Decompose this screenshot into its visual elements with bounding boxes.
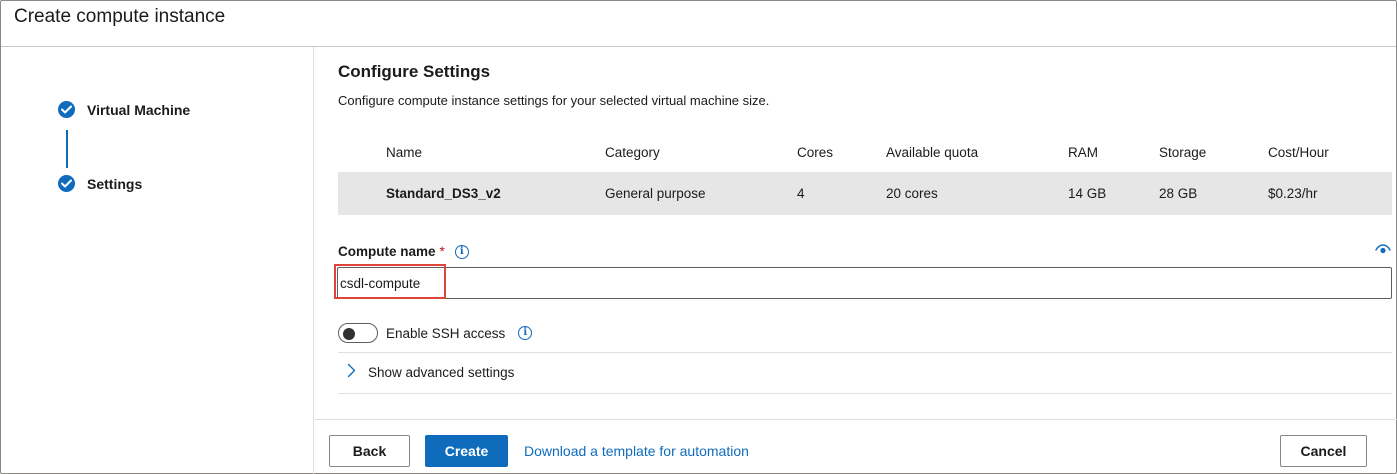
column-header-storage: Storage [1159,144,1207,160]
cell-cost: $0.23/hr [1268,186,1318,201]
step-connector [66,130,68,168]
chevron-right-icon [347,363,356,381]
section-title: Configure Settings [338,62,491,81]
required-marker: * [439,244,445,259]
checkmark-icon [58,175,75,192]
section-description: Configure compute instance settings for … [338,93,770,108]
vm-size-table: Name Category Cores Available quota RAM … [338,132,1392,215]
cell-ram: 14 GB [1068,186,1107,201]
info-icon[interactable]: i [518,326,533,340]
advanced-settings-label: Show advanced settings [368,364,515,380]
divider [338,393,1392,394]
ssh-toggle-row: Enable SSH access i [338,323,533,343]
column-header-cores: Cores [797,144,834,160]
table-header-row: Name Category Cores Available quota RAM … [338,132,1392,172]
cell-name: Standard_DS3_v2 [386,186,501,201]
step-virtual-machine[interactable]: Virtual Machine [58,101,190,118]
column-header-name: Name [386,144,423,160]
compute-name-label-text: Compute name [338,244,436,259]
cell-category: General purpose [605,186,706,201]
dialog-footer: Back Create Download a template for auto… [315,419,1397,474]
wizard-steps: Virtual Machine Settings [1,47,314,474]
eye-icon[interactable] [1375,243,1391,261]
ssh-toggle[interactable] [338,323,378,343]
download-template-link[interactable]: Download a template for automation [524,435,749,467]
title-bar: Create compute instance [1,1,1396,47]
compute-name-label: Compute name * i [338,244,469,259]
step-label: Settings [87,175,143,192]
column-header-cost: Cost/Hour [1268,144,1329,160]
compute-name-input[interactable]: csdl-compute [337,267,1392,299]
column-header-category: Category [605,144,660,160]
show-advanced-settings[interactable]: Show advanced settings [347,363,514,381]
settings-panel: Configure Settings Configure compute ins… [315,47,1397,419]
checkmark-icon [58,101,75,118]
create-button[interactable]: Create [425,435,508,467]
cell-storage: 28 GB [1159,186,1198,201]
divider [338,352,1392,353]
cell-quota: 20 cores [886,186,938,201]
dialog-title: Create compute instance [14,6,226,27]
ssh-toggle-label: Enable SSH access [386,325,506,341]
table-row: Standard_DS3_v2 General purpose 4 20 cor… [338,172,1392,215]
toggle-knob [343,328,355,340]
cell-cores: 4 [797,186,805,201]
cancel-button[interactable]: Cancel [1280,435,1367,467]
column-header-quota: Available quota [886,144,979,160]
column-header-ram: RAM [1068,144,1098,160]
step-settings[interactable]: Settings [58,175,142,192]
back-button[interactable]: Back [329,435,410,467]
info-icon[interactable]: i [454,244,469,259]
dialog-frame: Create compute instance Virtual Machine … [0,0,1397,474]
step-label: Virtual Machine [87,101,191,118]
